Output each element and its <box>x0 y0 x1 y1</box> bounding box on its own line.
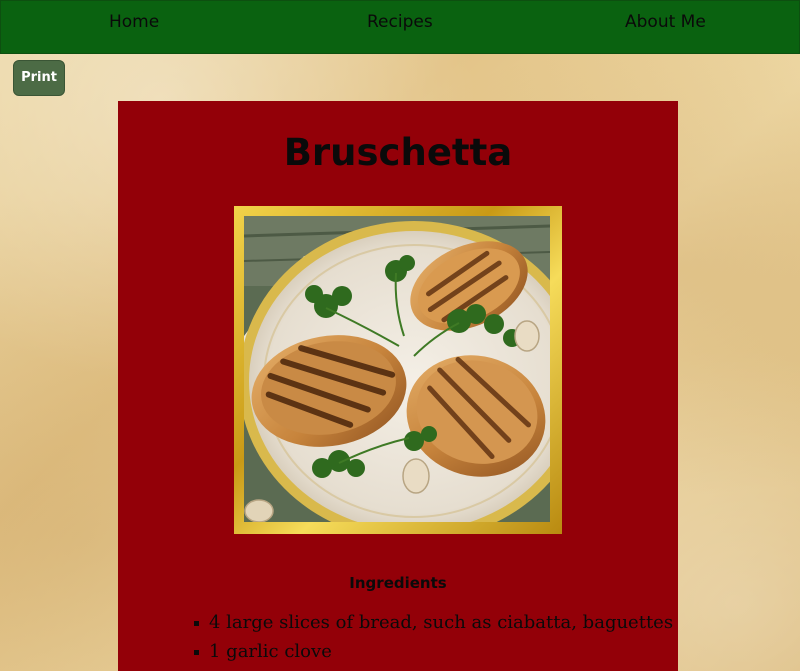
nav-recipes-link[interactable]: Recipes <box>367 12 433 32</box>
recipe-title: Bruschetta <box>283 131 513 174</box>
ingredient-list: 4 large slices of bread, such as ciabatt… <box>192 610 673 668</box>
print-button[interactable]: Print <box>13 60 65 96</box>
ingredients-heading: Ingredients <box>349 574 447 592</box>
nav-about-link[interactable]: About Me <box>625 12 706 32</box>
nav-home-link[interactable]: Home <box>109 12 159 32</box>
top-navbar: Home Recipes About Me <box>0 0 800 54</box>
recipe-photo-frame <box>234 206 562 534</box>
recipe-photo <box>244 216 550 522</box>
ingredient-item: 1 garlic clove <box>192 639 673 668</box>
ingredient-item: 4 large slices of bread, such as ciabatt… <box>192 610 673 639</box>
